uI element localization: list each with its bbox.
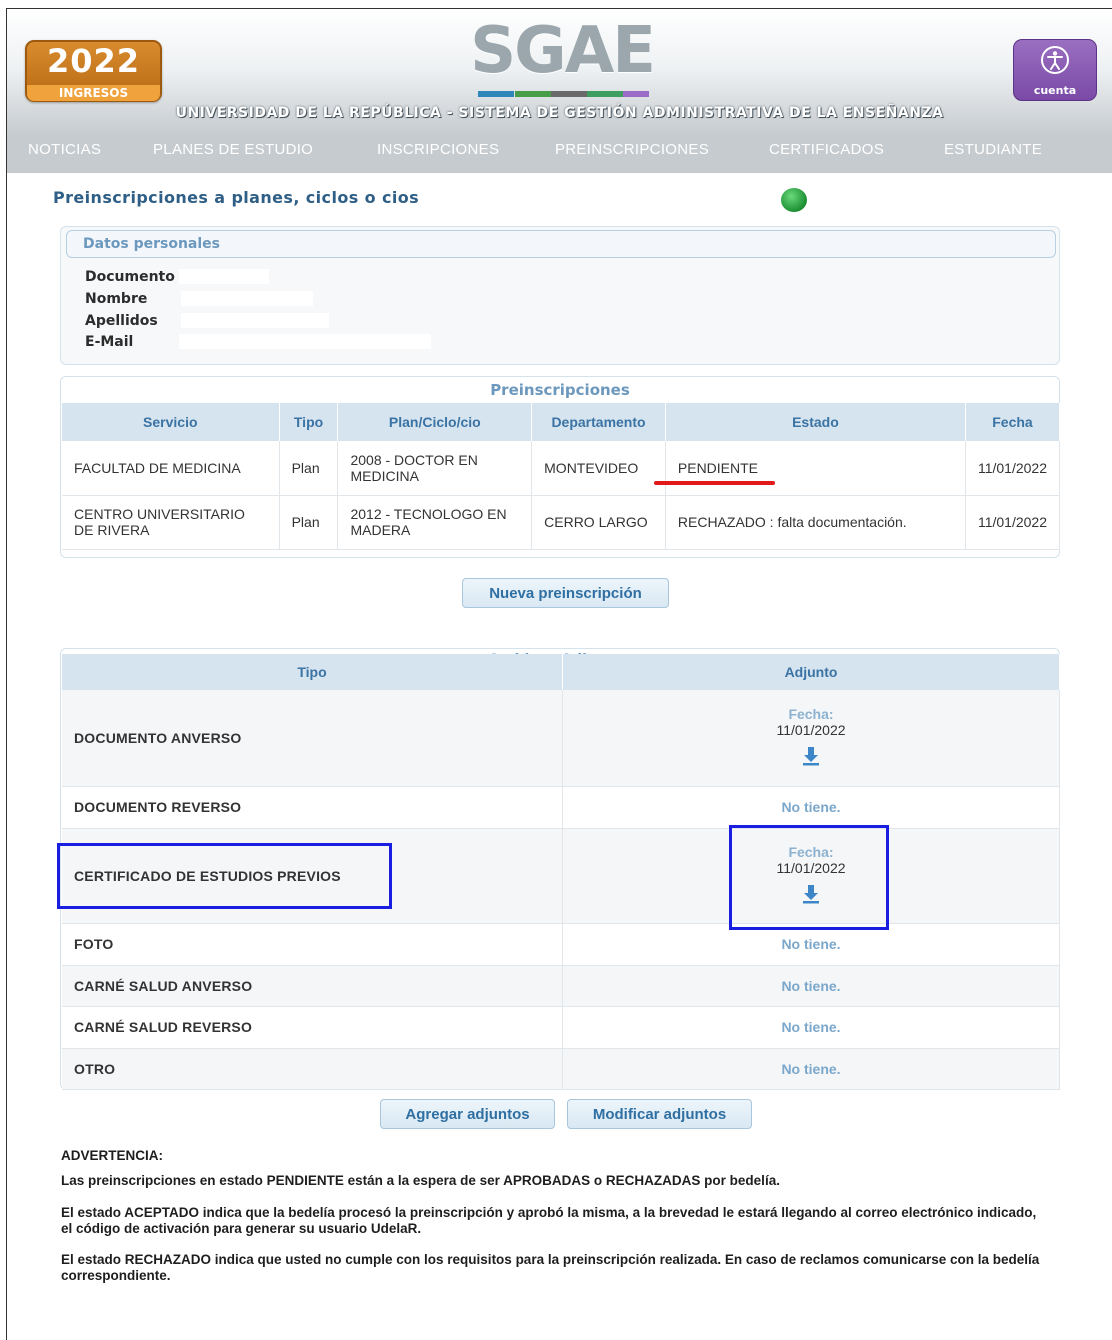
adjunto-row: OTRO No tiene. xyxy=(62,1048,1060,1090)
cell-plan: 2008 - DOCTOR EN MEDICINA xyxy=(337,441,533,496)
status-indicator xyxy=(781,188,807,212)
col-servicio: Servicio xyxy=(62,403,280,441)
pendiente-underline-annotation xyxy=(654,481,775,485)
col-departamento: Departamento xyxy=(531,403,666,441)
label-documento: Documento xyxy=(85,269,175,285)
cell-fecha: 11/01/2022 xyxy=(965,495,1061,550)
nav-inscripciones[interactable]: INSCRIPCIONES xyxy=(377,127,499,173)
cell-fecha: 11/01/2022 xyxy=(965,441,1061,496)
label-apellidos: Apellidos xyxy=(85,313,158,329)
download-icon[interactable] xyxy=(800,744,822,766)
nav-noticias[interactable]: NOTICIAS xyxy=(28,127,101,173)
table-header-row: Servicio Tipo Plan/Ciclo/cio Departament… xyxy=(62,403,1061,441)
account-button[interactable]: cuenta xyxy=(1013,39,1097,101)
sgae-logo[interactable]: SGAE xyxy=(467,19,657,99)
no-tiene-label: No tiene. xyxy=(562,1006,1060,1049)
cell-servicio: CENTRO UNIVERSITARIO DE RIVERA xyxy=(62,495,280,550)
preinscripciones-caption: Preinscripciones xyxy=(490,381,630,399)
nav-estudiante[interactable]: ESTUDIANTE xyxy=(944,127,1042,173)
cell-estado: PENDIENTE xyxy=(665,441,966,496)
redacted-nombre xyxy=(181,291,313,306)
redacted-apellidos xyxy=(181,313,329,328)
modificar-adjuntos-button[interactable]: Modificar adjuntos xyxy=(567,1099,752,1129)
warning-paragraph: El estado ACEPTADO indica que la bedelía… xyxy=(61,1205,1037,1236)
year-text: 2022 xyxy=(46,42,141,80)
col-estado: Estado xyxy=(665,403,966,441)
col-adjunto: Adjunto xyxy=(562,654,1060,690)
personal-data-header: Datos personales xyxy=(66,230,1056,258)
cell-departamento: CERRO LARGO xyxy=(531,495,666,550)
col-fecha: Fecha xyxy=(965,403,1061,441)
warning-paragraph: El estado RECHAZADO indica que usted no … xyxy=(61,1252,1040,1283)
adjuntos-header-row: Tipo Adjunto xyxy=(62,654,1060,690)
nav-preinscripciones[interactable]: PREINSCRIPCIONES xyxy=(555,127,709,173)
nav-planes-de-estudio[interactable]: PLANES DE ESTUDIO xyxy=(153,127,313,173)
fecha-label: Fecha: xyxy=(788,706,834,723)
logo-bar xyxy=(550,91,587,97)
cell-tipo: Plan xyxy=(279,441,339,496)
label-nombre: Nombre xyxy=(85,291,148,307)
preinscripciones-table: Servicio Tipo Plan/Ciclo/cio Departament… xyxy=(62,403,1061,550)
adjunto-tipo: OTRO xyxy=(62,1048,563,1090)
no-tiene-label: No tiene. xyxy=(562,1048,1060,1090)
adjunto-tipo: FOTO xyxy=(62,923,563,966)
logo-bar xyxy=(514,91,551,97)
adjunto-row: DOCUMENTO REVERSO No tiene. xyxy=(62,786,1060,829)
redacted-documento xyxy=(179,269,269,284)
label-email: E-Mail xyxy=(85,334,134,350)
adjunto-row: FOTO No tiene. xyxy=(62,923,1060,966)
logo-bar xyxy=(586,91,623,97)
warning-paragraph: Las preinscripciones en estado PENDIENTE… xyxy=(61,1173,780,1188)
table-row[interactable]: FACULTAD DE MEDICINA Plan 2008 - DOCTOR … xyxy=(62,441,1061,496)
personal-data-heading: Datos personales xyxy=(83,236,220,252)
account-label: cuenta xyxy=(1033,84,1077,97)
adjunto-row: CARNÉ SALUD REVERSO No tiene. xyxy=(62,1006,1060,1049)
table-row[interactable]: CENTRO UNIVERSITARIO DE RIVERA Plan 2012… xyxy=(62,495,1061,550)
adjunto-tipo: CARNÉ SALUD ANVERSO xyxy=(62,965,563,1007)
logo-bar xyxy=(478,91,515,97)
agregar-adjuntos-button[interactable]: Agregar adjuntos xyxy=(380,1099,555,1129)
certificado-highlight-annotation xyxy=(57,843,392,909)
nueva-preinscripcion-button[interactable]: Nueva preinscripción xyxy=(462,578,669,608)
header-tagline: UNIVERSIDAD DE LA REPÚBLICA - SISTEMA DE… xyxy=(175,105,944,121)
col-tipo-adjunto: Tipo xyxy=(62,654,563,690)
adjunto-tipo: CARNÉ SALUD REVERSO xyxy=(62,1006,563,1049)
personal-data-panel: Datos personales Documento Nombre Apelli… xyxy=(60,226,1060,365)
preinscripciones-panel: Preinscripciones Servicio Tipo Plan/Cicl… xyxy=(60,376,1061,558)
adjunto-tipo: DOCUMENTO ANVERSO xyxy=(62,690,563,787)
logo-text: SGAE xyxy=(470,14,656,88)
adjunto-row: DOCUMENTO ANVERSO Fecha: 11/01/2022 xyxy=(62,690,1060,787)
redacted-email xyxy=(179,334,431,349)
logo-bar xyxy=(622,91,650,97)
cell-servicio: FACULTAD DE MEDICINA xyxy=(62,441,280,496)
accessibility-person-icon xyxy=(1041,46,1069,74)
cell-plan: 2012 - TECNOLOGO EN MADERA xyxy=(337,495,533,550)
main-nav: NOTICIAS PLANES DE ESTUDIO INSCRIPCIONES… xyxy=(7,127,1112,173)
page-title: Preinscripciones a planes, ciclos o cios xyxy=(53,188,420,207)
col-plan: Plan/Ciclo/cio xyxy=(337,403,533,441)
no-tiene-label: No tiene. xyxy=(562,965,1060,1007)
no-tiene-label: No tiene. xyxy=(562,786,1060,829)
cell-departamento: MONTEVIDEO xyxy=(531,441,666,496)
cell-estado: RECHAZADO : falta documentación. xyxy=(665,495,966,550)
year-subtitle: INGRESOS xyxy=(27,85,160,101)
warning-title: ADVERTENCIA: xyxy=(61,1148,164,1163)
year-badge[interactable]: 2022 INGRESOS xyxy=(25,40,162,102)
certificado-file-highlight-annotation xyxy=(729,825,889,930)
nav-certificados[interactable]: CERTIFICADOS xyxy=(769,127,884,173)
adjunto-row: CARNÉ SALUD ANVERSO No tiene. xyxy=(62,965,1060,1007)
cell-tipo: Plan xyxy=(279,495,339,550)
fecha-value: 11/01/2022 xyxy=(776,722,846,739)
adjunto-tipo: DOCUMENTO REVERSO xyxy=(62,786,563,829)
col-tipo: Tipo xyxy=(279,403,339,441)
adjunto-file-cell: Fecha: 11/01/2022 xyxy=(562,690,1060,787)
